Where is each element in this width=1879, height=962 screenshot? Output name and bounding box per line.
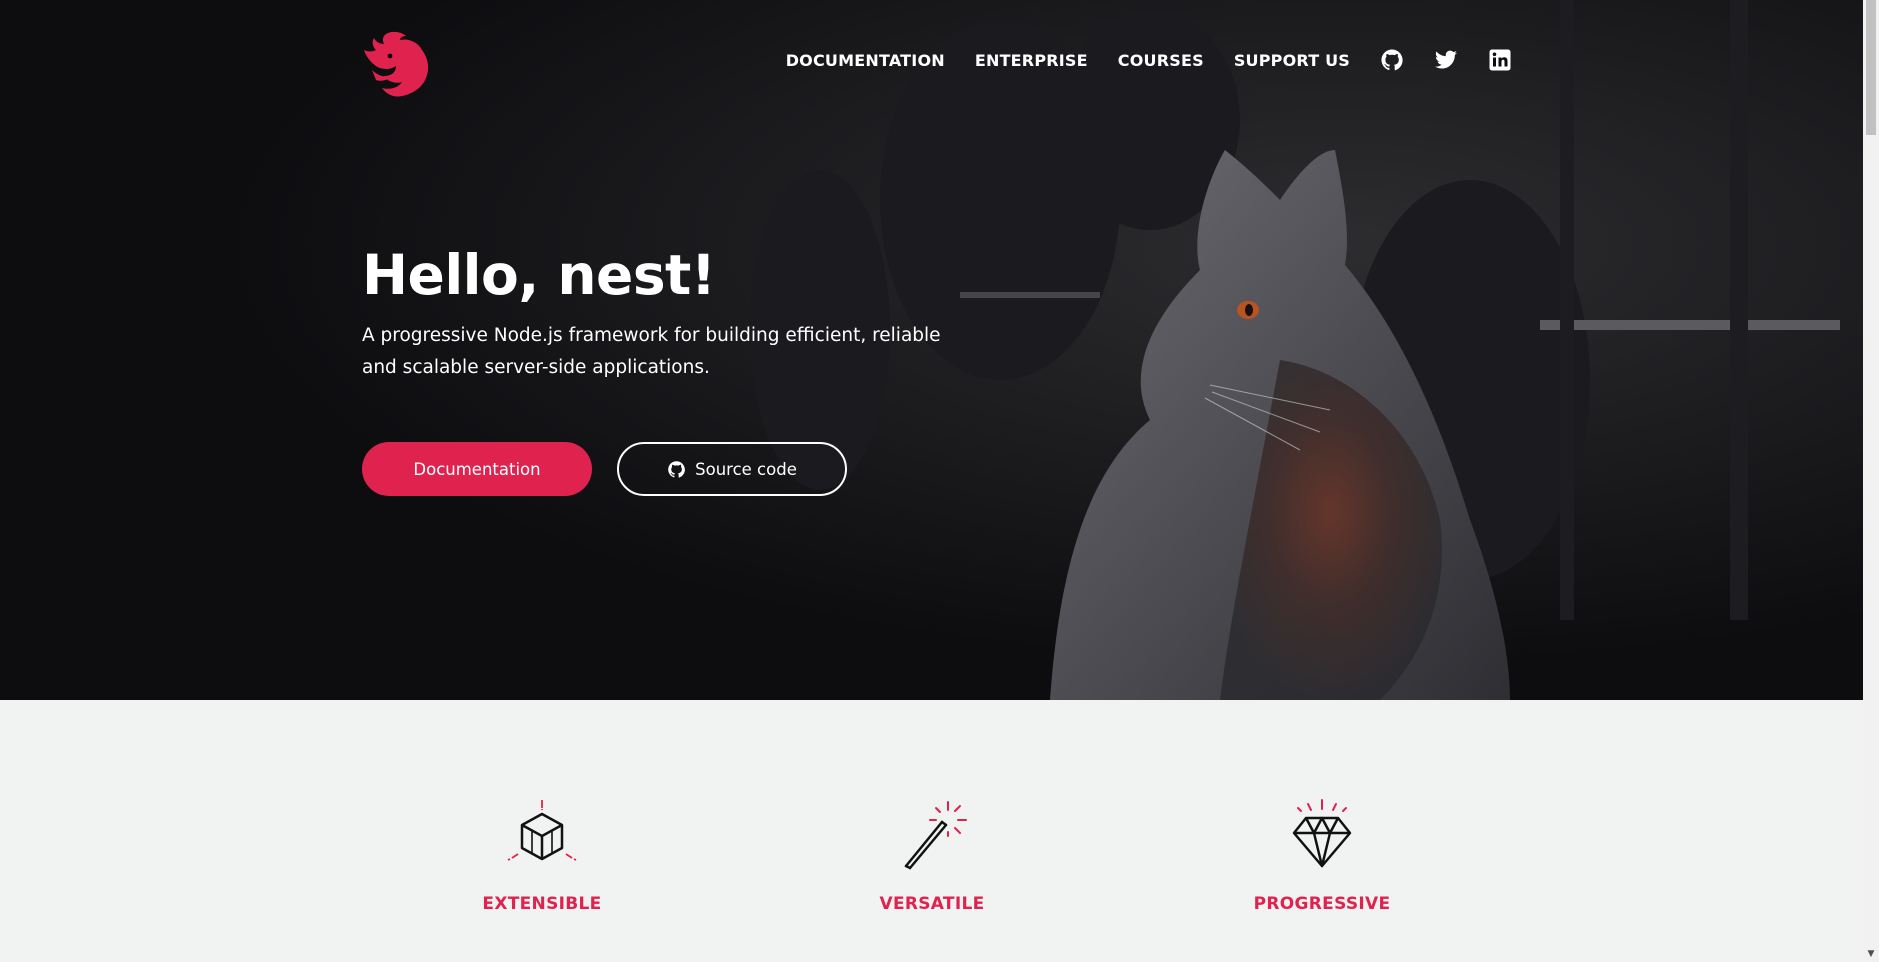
- source-code-button-label: Source code: [695, 459, 797, 479]
- nestjs-logo[interactable]: [362, 30, 432, 98]
- documentation-button[interactable]: Documentation: [362, 442, 592, 496]
- github-icon[interactable]: [1380, 48, 1404, 72]
- hero-subtitle: A progressive Node.js framework for buil…: [362, 325, 941, 378]
- hero-buttons: Documentation Source code: [362, 442, 847, 496]
- feature-title-progressive: PROGRESSIVE: [1253, 894, 1391, 914]
- feature-extensible: EXTENSIBLE: [432, 796, 652, 914]
- page-scrollbar[interactable]: ▼: [1863, 0, 1879, 962]
- hero-content: Hello, nest! A progressive Node.js frame…: [362, 240, 982, 384]
- scroll-down-arrow-icon[interactable]: ▼: [1863, 946, 1879, 962]
- nav-link-support-us[interactable]: SUPPORT US: [1234, 51, 1350, 70]
- scrollbar-thumb[interactable]: [1866, 0, 1876, 135]
- feature-versatile: VERSATILE: [822, 796, 1042, 914]
- page: DOCUMENTATION ENTERPRISE COURSES SUPPORT…: [0, 0, 1879, 962]
- diamond-icon: [1292, 799, 1352, 868]
- nav-links: DOCUMENTATION ENTERPRISE COURSES SUPPORT…: [756, 48, 1512, 72]
- feature-title-extensible: EXTENSIBLE: [482, 894, 602, 914]
- magic-wand-icon: [904, 801, 967, 870]
- feature-progressive: PROGRESSIVE: [1212, 796, 1432, 914]
- features-section: EXTENSIBLE VERSATILE PROGRESSIVE: [0, 700, 1863, 962]
- cube-icon: [507, 800, 577, 861]
- linkedin-icon[interactable]: [1488, 48, 1512, 72]
- nav-link-documentation[interactable]: DOCUMENTATION: [786, 51, 945, 70]
- nav-link-courses[interactable]: COURSES: [1118, 51, 1204, 70]
- hero-section: DOCUMENTATION ENTERPRISE COURSES SUPPORT…: [0, 0, 1863, 700]
- twitter-icon[interactable]: [1434, 48, 1458, 72]
- source-code-button[interactable]: Source code: [617, 442, 847, 496]
- documentation-button-label: Documentation: [413, 459, 541, 479]
- nav-link-enterprise[interactable]: ENTERPRISE: [975, 51, 1088, 70]
- feature-title-versatile: VERSATILE: [879, 894, 985, 914]
- top-navigation: DOCUMENTATION ENTERPRISE COURSES SUPPORT…: [362, 30, 1512, 97]
- github-icon: [667, 460, 686, 479]
- hero-title: Hello, nest!: [362, 243, 716, 307]
